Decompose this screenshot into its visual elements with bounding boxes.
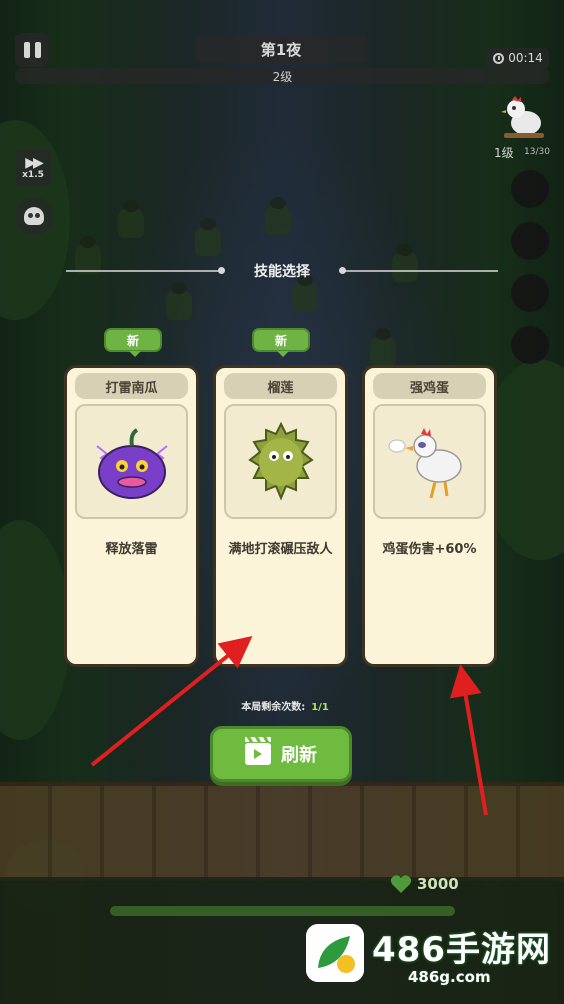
refresh-label: 刷新: [281, 745, 317, 766]
watermark: 486手游网 486g.com: [300, 918, 564, 1004]
watermark-logo-icon: [306, 924, 364, 982]
remaining-refresh-count: 本局剩余次数: 1/1: [220, 698, 350, 713]
remaining-label: 本局剩余次数:: [241, 702, 306, 713]
heart-icon: [390, 875, 412, 893]
base-hp-value: 3000: [417, 875, 459, 893]
refresh-button[interactable]: 刷新: [210, 726, 352, 782]
remaining-value: 1/1: [311, 702, 329, 713]
annotation-arrows: [90, 635, 488, 816]
watermark-title: 486手游网: [372, 930, 551, 970]
video-ad-icon: [245, 737, 271, 765]
watermark-url: 486g.com: [408, 968, 491, 986]
base-hp-bar: [110, 906, 455, 916]
